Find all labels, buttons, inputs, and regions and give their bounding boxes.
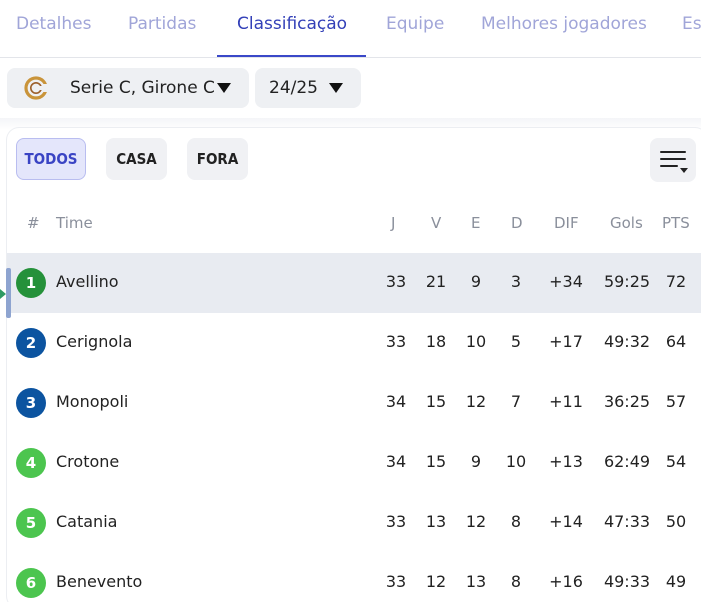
cell-v: 13 bbox=[425, 512, 447, 531]
tab-classificacao[interactable]: Classificação bbox=[237, 14, 347, 34]
team-name[interactable]: Benevento bbox=[56, 572, 142, 591]
cell-dif: +34 bbox=[549, 272, 583, 291]
chevron-down-icon bbox=[329, 83, 343, 93]
cell-gols: 49:33 bbox=[603, 572, 651, 591]
sort-button[interactable] bbox=[650, 138, 696, 182]
table-row[interactable]: 4 Crotone 34 15 9 10 +13 62:49 54 bbox=[7, 433, 701, 493]
cell-v: 18 bbox=[425, 332, 447, 351]
filter-bar: Serie C, Girone C 24/25 bbox=[0, 58, 701, 124]
cell-e: 13 bbox=[465, 572, 487, 591]
header-j: J bbox=[391, 214, 396, 232]
table-row[interactable]: 6 Benevento 33 12 13 8 +16 49:33 49 bbox=[7, 553, 701, 602]
cell-v: 15 bbox=[425, 452, 447, 471]
cell-dif: +14 bbox=[549, 512, 583, 531]
filter-chip-todos[interactable]: TODOS bbox=[16, 138, 86, 180]
cell-dif: +13 bbox=[549, 452, 583, 471]
header-dif: DIF bbox=[554, 214, 579, 232]
team-name[interactable]: Cerignola bbox=[56, 332, 132, 351]
cell-j: 33 bbox=[385, 512, 407, 531]
cell-d: 10 bbox=[505, 452, 527, 471]
cell-j: 33 bbox=[385, 272, 407, 291]
rank-badge: 6 bbox=[16, 568, 46, 598]
rank-badge: 3 bbox=[16, 388, 46, 418]
table-row[interactable]: 1 Avellino 33 21 9 3 +34 59:25 72 bbox=[7, 253, 701, 313]
league-select-label: Serie C, Girone C bbox=[70, 78, 215, 98]
cell-d: 3 bbox=[510, 272, 522, 291]
cell-e: 10 bbox=[465, 332, 487, 351]
cell-pts: 57 bbox=[665, 392, 687, 411]
sort-icon bbox=[660, 151, 686, 153]
cell-pts: 72 bbox=[665, 272, 687, 291]
cell-gols: 59:25 bbox=[603, 272, 651, 291]
tab-equipe[interactable]: Equipe bbox=[386, 14, 444, 34]
cell-e: 12 bbox=[465, 392, 487, 411]
cell-pts: 64 bbox=[665, 332, 687, 351]
cell-dif: +17 bbox=[549, 332, 583, 351]
cell-j: 33 bbox=[385, 572, 407, 591]
header-d: D bbox=[511, 214, 523, 232]
table-row[interactable]: 3 Monopoli 34 15 12 7 +11 36:25 57 bbox=[7, 373, 701, 433]
table-row[interactable]: 5 Catania 33 13 12 8 +14 47:33 50 bbox=[7, 493, 701, 553]
cell-d: 8 bbox=[510, 512, 522, 531]
cell-j: 34 bbox=[385, 452, 407, 471]
cell-dif: +11 bbox=[549, 392, 583, 411]
tab-bar: Detalhes Partidas Classificação Equipe M… bbox=[0, 0, 701, 58]
season-select[interactable]: 24/25 bbox=[255, 68, 361, 108]
rank-badge: 5 bbox=[16, 508, 46, 538]
tab-detalhes[interactable]: Detalhes bbox=[16, 14, 91, 34]
cell-gols: 62:49 bbox=[603, 452, 651, 471]
tab-melhores-jogadores[interactable]: Melhores jogadores bbox=[481, 14, 647, 34]
rank-badge: 1 bbox=[16, 268, 46, 298]
chevron-down-icon bbox=[217, 83, 231, 93]
header-pts: PTS bbox=[662, 214, 690, 232]
season-select-label: 24/25 bbox=[269, 78, 318, 98]
rank-badge: 4 bbox=[16, 448, 46, 478]
header-team: Time bbox=[56, 214, 93, 232]
team-name[interactable]: Crotone bbox=[56, 452, 119, 471]
filter-chip-fora[interactable]: FORA bbox=[187, 138, 248, 180]
team-name[interactable]: Catania bbox=[56, 512, 117, 531]
cell-pts: 49 bbox=[665, 572, 687, 591]
team-name[interactable]: Avellino bbox=[56, 272, 119, 291]
cell-d: 5 bbox=[510, 332, 522, 351]
cell-gols: 47:33 bbox=[603, 512, 651, 531]
cell-e: 9 bbox=[470, 452, 482, 471]
cell-e: 12 bbox=[465, 512, 487, 531]
cell-v: 12 bbox=[425, 572, 447, 591]
cell-e: 9 bbox=[470, 272, 482, 291]
cell-gols: 36:25 bbox=[603, 392, 651, 411]
cell-pts: 54 bbox=[665, 452, 687, 471]
tab-partidas[interactable]: Partidas bbox=[128, 14, 196, 34]
cell-dif: +16 bbox=[549, 572, 583, 591]
cell-v: 21 bbox=[425, 272, 447, 291]
header-v: V bbox=[431, 214, 442, 232]
current-team-marker bbox=[6, 268, 11, 318]
cell-j: 33 bbox=[385, 332, 407, 351]
current-team-arrow-icon bbox=[0, 289, 6, 299]
cell-v: 15 bbox=[425, 392, 447, 411]
filter-chip-casa[interactable]: CASA bbox=[106, 138, 167, 180]
table-row[interactable]: 2 Cerignola 33 18 10 5 +17 49:32 64 bbox=[7, 313, 701, 373]
team-name[interactable]: Monopoli bbox=[56, 392, 128, 411]
cell-d: 7 bbox=[510, 392, 522, 411]
cell-d: 8 bbox=[510, 572, 522, 591]
rank-badge: 2 bbox=[16, 328, 46, 358]
header-e: E bbox=[471, 214, 481, 232]
header-rank: # bbox=[27, 214, 40, 232]
header-gols: Gols bbox=[610, 214, 643, 232]
standings-card: TODOS CASA FORA # Time J V E D DIF Gols … bbox=[7, 128, 701, 602]
tab-estatisticas[interactable]: Es bbox=[682, 14, 701, 34]
cell-j: 34 bbox=[385, 392, 407, 411]
league-select[interactable]: Serie C, Girone C bbox=[7, 68, 249, 108]
cell-gols: 49:32 bbox=[603, 332, 651, 351]
league-logo-icon bbox=[24, 76, 48, 100]
cell-pts: 50 bbox=[665, 512, 687, 531]
